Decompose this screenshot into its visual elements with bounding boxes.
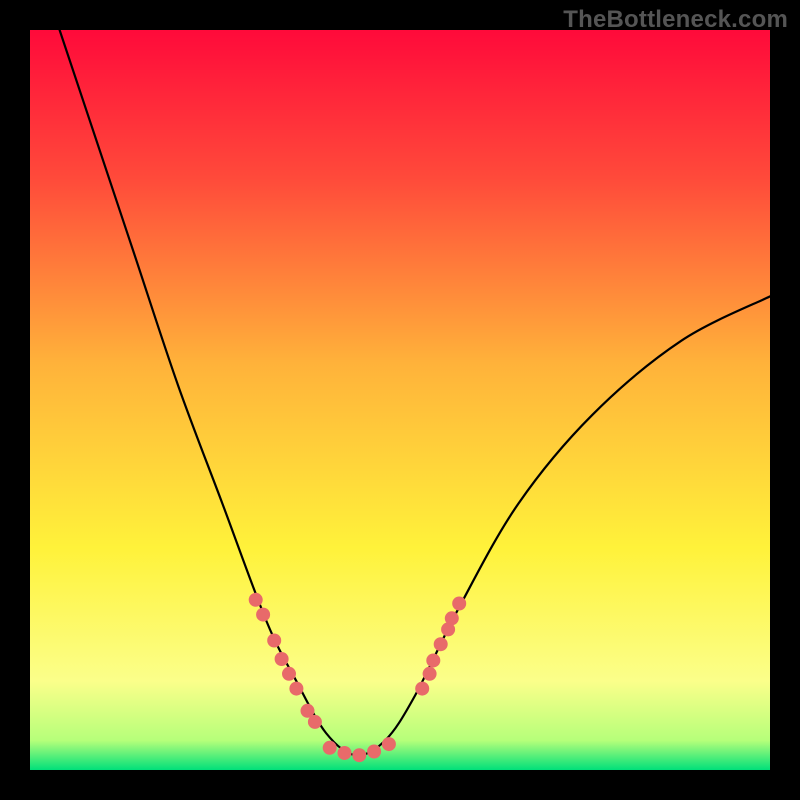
data-marker: [423, 667, 437, 681]
data-marker: [434, 637, 448, 651]
chart-svg: [0, 0, 800, 800]
data-marker: [267, 634, 281, 648]
data-marker: [289, 682, 303, 696]
data-marker: [256, 608, 270, 622]
data-marker: [275, 652, 289, 666]
data-marker: [352, 748, 366, 762]
data-marker: [426, 653, 440, 667]
chart-frame: TheBottleneck.com: [0, 0, 800, 800]
data-marker: [338, 746, 352, 760]
data-marker: [382, 737, 396, 751]
plot-background: [30, 30, 770, 770]
data-marker: [282, 667, 296, 681]
data-marker: [452, 597, 466, 611]
data-marker: [445, 611, 459, 625]
data-marker: [249, 593, 263, 607]
data-marker: [415, 682, 429, 696]
data-marker: [323, 741, 337, 755]
data-marker: [367, 745, 381, 759]
data-marker: [308, 715, 322, 729]
